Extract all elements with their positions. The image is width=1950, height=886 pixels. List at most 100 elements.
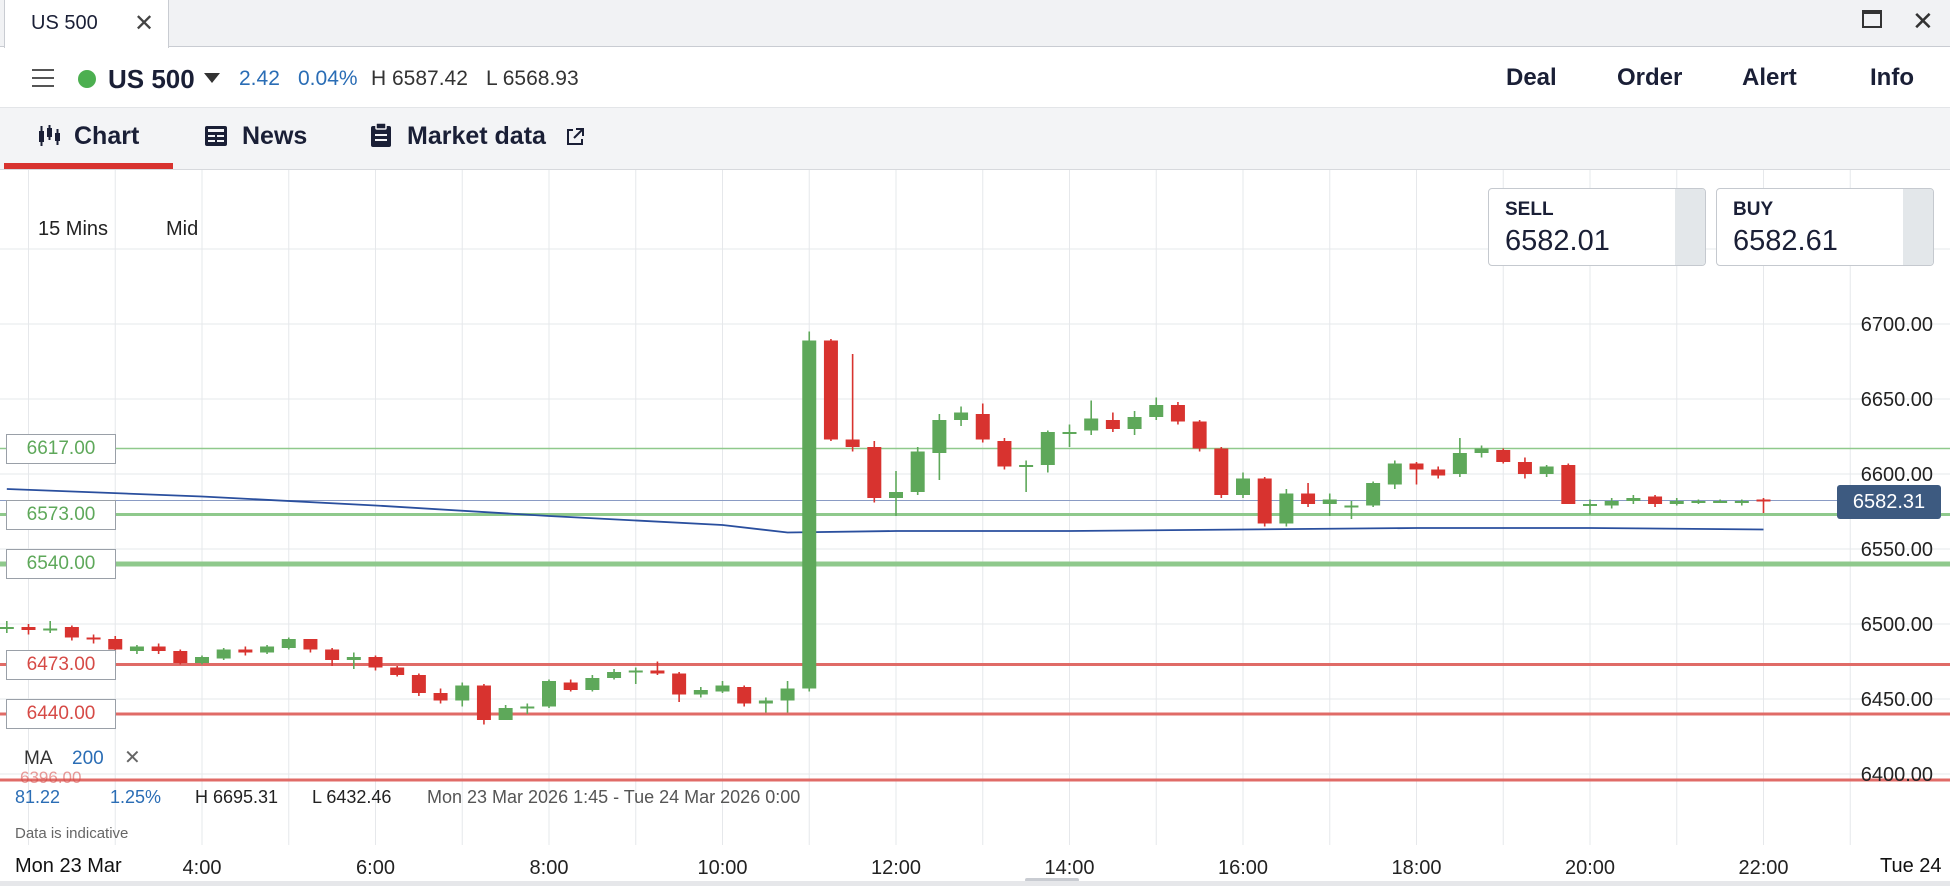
candle-body [86, 637, 101, 640]
level-label[interactable]: 6573.00 [6, 499, 116, 530]
daily-low: L 6568.93 [486, 67, 579, 90]
tab-news[interactable]: News [242, 122, 307, 151]
external-link-icon[interactable] [565, 127, 585, 147]
candle-body [715, 685, 730, 692]
candle-body [1236, 478, 1250, 495]
x-tick-label: 18:00 [1391, 857, 1441, 879]
timeframe-selector[interactable]: 15 Mins [38, 218, 108, 241]
candle-body [1561, 465, 1576, 504]
candle-body [1279, 493, 1294, 524]
active-tab-indicator [4, 163, 173, 169]
x-tick-label: 6:00 [356, 857, 395, 879]
candle-body [585, 678, 600, 690]
candle-body [1192, 421, 1207, 449]
buy-button-side [1903, 189, 1933, 265]
alert-button[interactable]: Alert [1742, 64, 1797, 92]
range-low: L 6432.46 [312, 787, 392, 807]
candle-body [433, 693, 448, 701]
x-tick-label: 16:00 [1218, 857, 1268, 879]
level-label[interactable]: 6473.00 [6, 649, 116, 680]
y-tick-label: 6600.00 [1861, 464, 1933, 486]
price-type-selector[interactable]: Mid [166, 218, 198, 241]
candle-body [1648, 496, 1663, 504]
candle-body [628, 670, 643, 673]
market-open-status-icon [78, 70, 96, 88]
candle-body [650, 670, 665, 674]
level-label[interactable]: 6440.00 [6, 699, 116, 729]
instrument-selector[interactable]: US 500 [108, 64, 195, 95]
ma-line [6, 488, 1764, 534]
candle-body [1713, 501, 1728, 503]
candle-body [672, 673, 687, 695]
buy-price: 6582.61 [1733, 225, 1838, 257]
candle-body [260, 646, 275, 653]
candle-body [1170, 405, 1185, 422]
candle-body [954, 412, 969, 420]
candle-body [1062, 432, 1077, 434]
window-close-icon[interactable]: ✕ [1912, 6, 1934, 37]
candle-body [1257, 478, 1272, 524]
candle-body [823, 340, 838, 440]
candle-body [1604, 501, 1619, 506]
candle-body [108, 639, 123, 650]
candle-body [173, 651, 188, 663]
level-label[interactable]: 6540.00 [6, 549, 116, 579]
level-label-hidden[interactable]: 6396.00 [20, 768, 81, 788]
current-price-tag: 6582.31 [1837, 485, 1941, 519]
candle-body [997, 441, 1012, 467]
candle-body [390, 667, 405, 675]
hamburger-menu-icon[interactable] [32, 68, 54, 88]
y-tick-label: 6550.00 [1861, 539, 1933, 561]
daily-change-percent: 0.04% [298, 67, 358, 90]
candle-body [542, 681, 556, 707]
candle-body [1084, 418, 1099, 431]
range-change-percent: 1.25% [110, 787, 162, 807]
price-chart[interactable]: 6400.00 6450.00 6500.00 6550.00 6600.00 6650.… [0, 170, 1950, 881]
candle-body [1734, 501, 1749, 503]
sell-button[interactable]: SELL 6582.01 [1488, 188, 1706, 266]
maximize-icon[interactable] [1862, 10, 1882, 28]
candle-body [1474, 448, 1489, 453]
candlestick-icon [39, 125, 60, 146]
deal-button[interactable]: Deal [1506, 64, 1557, 92]
indicator-name[interactable]: MA [24, 748, 53, 770]
candle-body [1366, 483, 1381, 506]
clipboard-icon [371, 122, 391, 147]
x-tick-label: 20:00 [1565, 857, 1615, 879]
y-tick-label: 6650.00 [1861, 389, 1933, 411]
level-label[interactable]: 6617.00 [6, 433, 116, 464]
range-high: H 6695.31 [195, 787, 279, 807]
candle-body [758, 700, 773, 704]
window-tab-title[interactable]: US 500 [31, 12, 98, 35]
remove-indicator-icon[interactable]: ✕ [124, 745, 141, 770]
indicator-period[interactable]: 200 [72, 748, 104, 770]
candle-body [1626, 498, 1641, 501]
candle-body [975, 414, 990, 440]
x-tick-label: 10:00 [697, 857, 747, 879]
info-button[interactable]: Info [1870, 64, 1914, 92]
tab-market-data[interactable]: Market data [407, 122, 546, 151]
candle-body [1431, 469, 1446, 476]
candle-body [129, 646, 144, 651]
candle-body [910, 451, 925, 492]
candle-body [1149, 405, 1164, 417]
sell-button-side [1675, 189, 1705, 265]
x-tick-label: 22:00 [1738, 857, 1788, 879]
candle-body [607, 672, 622, 678]
date-end-label: Tue 24 [1880, 855, 1942, 877]
tab-chart[interactable]: Chart [74, 122, 139, 151]
order-button[interactable]: Order [1617, 64, 1682, 92]
chevron-down-icon[interactable] [204, 73, 220, 83]
candle-body [238, 649, 253, 653]
buy-button[interactable]: BUY 6582.61 [1716, 188, 1934, 266]
x-tick-label: 8:00 [530, 857, 569, 879]
candle-body [1756, 499, 1771, 502]
moving-average [6, 488, 1764, 534]
candle-body [780, 688, 795, 701]
close-icon[interactable]: ✕ [134, 9, 154, 38]
candle-body [0, 627, 14, 629]
x-axis: 4:00 6:00 8:00 10:00 12:00 14:00 16:00 18:00 20:… [183, 857, 1789, 879]
y-tick-label: 6500.00 [1861, 614, 1933, 636]
newspaper-icon [205, 126, 227, 146]
candle-body [1517, 462, 1532, 474]
